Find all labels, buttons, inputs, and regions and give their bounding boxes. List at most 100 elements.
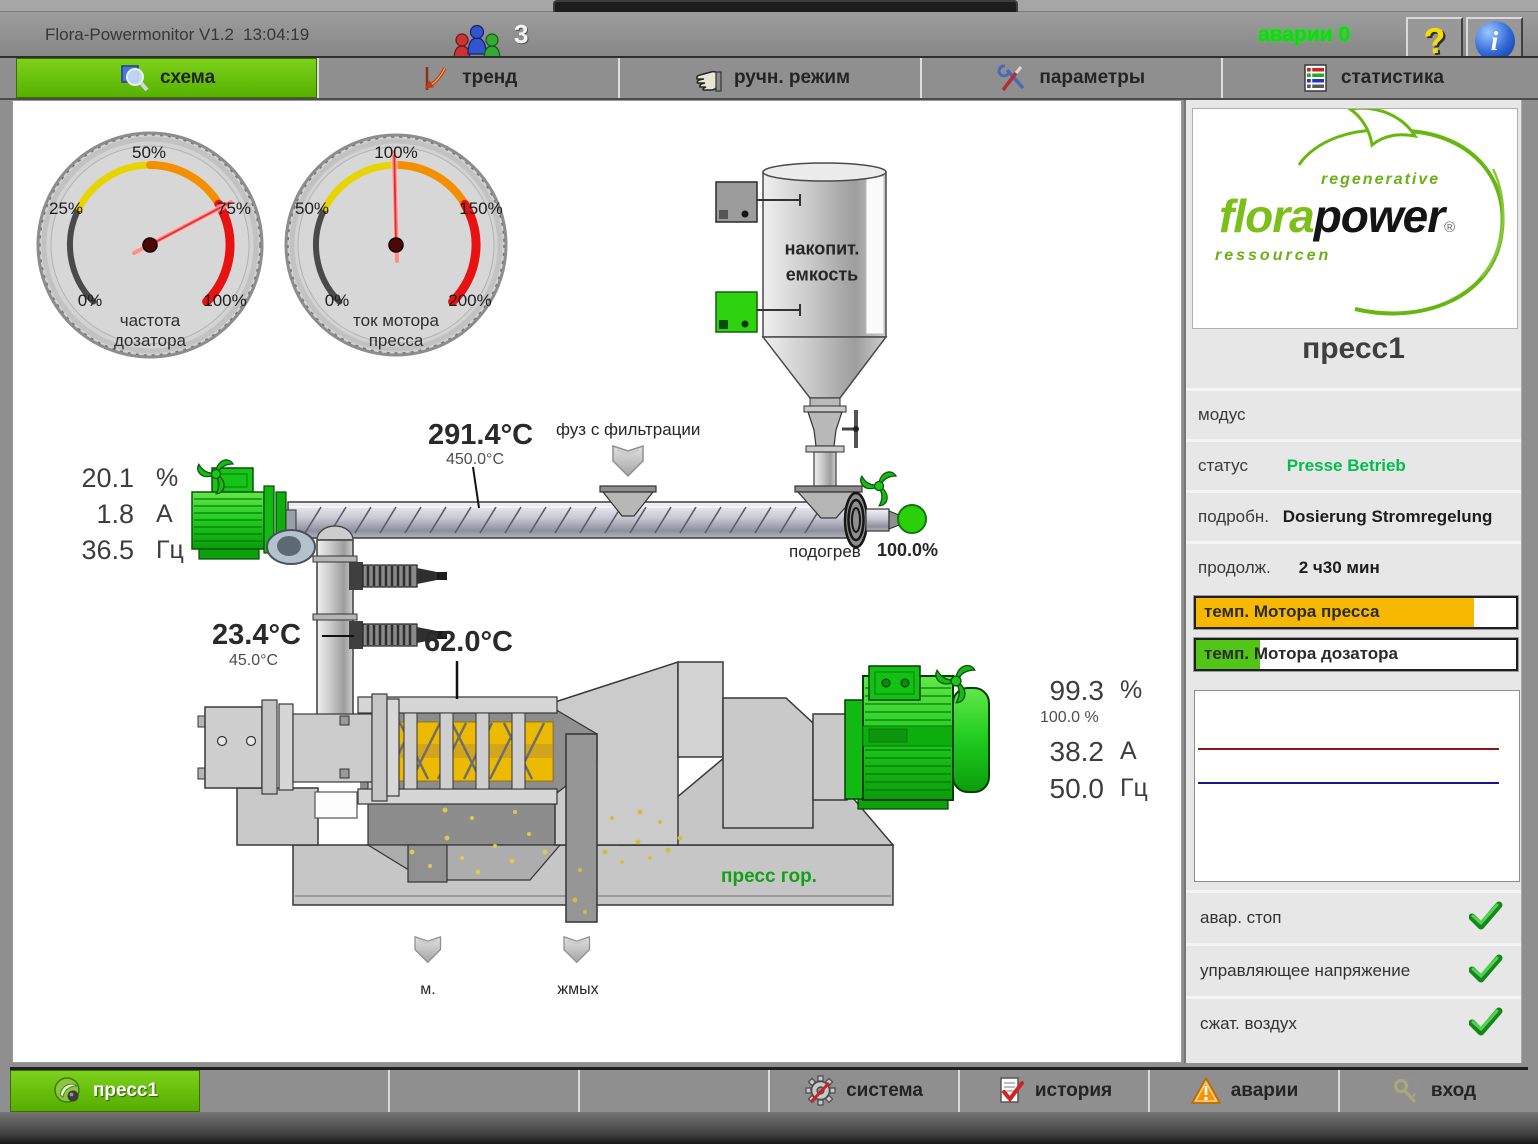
bottom-bar: пресс1 система	[10, 1067, 1528, 1112]
hopper-label-1: накопит.	[785, 239, 860, 260]
conveyor-temp-actual: 291.4°C	[428, 419, 533, 452]
bottom-label: история	[1035, 1080, 1112, 1102]
dosing-frequency-unit: Гц	[156, 536, 184, 565]
keys-icon	[1392, 1076, 1422, 1106]
check-icon	[1469, 954, 1503, 984]
tab-parameters[interactable]: параметры	[920, 58, 1221, 98]
inlet-temp-actual: 23.4°C	[212, 619, 301, 652]
bottom-label: система	[846, 1080, 923, 1102]
press-frequency-unit: Гц	[1120, 774, 1148, 803]
dosing-current-value: 1.8	[48, 499, 134, 530]
filtration-feed-label: фуз с фильтрации	[556, 420, 700, 440]
tab-label: статистика	[1341, 67, 1444, 89]
outlet-left-label: м.	[420, 981, 435, 999]
tab-label: ручн. режим	[734, 67, 850, 89]
hopper-label-2: емкость	[786, 265, 859, 286]
info-row-modus: модус	[1186, 388, 1521, 438]
tab-bar: схема тренд ручн. режим	[0, 56, 1538, 100]
background-window-edge	[553, 0, 1018, 12]
info-row-duration: продолж. 2 ч30 мин	[1186, 541, 1521, 591]
dosing-current-unit: A	[156, 500, 173, 529]
g1-tick-50: 50%	[132, 143, 166, 163]
bottom-label: пресс1	[93, 1080, 158, 1102]
history-doc-icon	[996, 1076, 1026, 1106]
warning-icon	[1190, 1076, 1222, 1106]
logo-box: regenerative florapower® ressourcen	[1192, 108, 1518, 329]
press-speed-setpoint: 100.0 %	[1040, 709, 1099, 727]
g2-tick-150: 150%	[459, 199, 502, 219]
g2-tick-50: 50%	[295, 199, 329, 219]
g1-tick-0: 0%	[78, 291, 103, 311]
screen-bottom-strip	[0, 1112, 1538, 1144]
bottom-label: аварии	[1231, 1080, 1299, 1102]
dosing-frequency-value: 36.5	[48, 535, 134, 566]
status-compressed-air: сжат. воздух	[1186, 996, 1521, 1046]
g2-tick-200: 200%	[448, 291, 491, 311]
status-emergency-stop: авар. стоп	[1186, 890, 1521, 940]
alarm-counter: аварии 0	[1258, 23, 1350, 47]
g2-tick-100: 100%	[374, 143, 417, 163]
dosing-motor-temp-bar: темп. Мотора дозатора	[1194, 638, 1518, 671]
leaf-icon	[52, 1075, 84, 1107]
statistics-icon	[1301, 63, 1331, 93]
check-icon	[1469, 901, 1503, 931]
heating-value: 100.0%	[877, 540, 938, 561]
check-icon	[1469, 1007, 1503, 1037]
outlet-right-label: жмых	[557, 981, 598, 999]
bottom-button-history[interactable]: история	[960, 1070, 1150, 1112]
tab-statistics[interactable]: статистика	[1221, 58, 1522, 98]
g2-caption-2: пресса	[369, 331, 424, 351]
bottom-button-system[interactable]: система	[770, 1070, 960, 1112]
g2-caption-1: ток мотора	[353, 311, 439, 331]
tools-icon	[997, 62, 1029, 94]
side-panel: regenerative florapower® ressourcen прес…	[1184, 100, 1522, 1063]
bottom-button-empty-2[interactable]	[390, 1070, 580, 1112]
hmi-screen: Flora-Powermonitor V1.2 13:04:19 3 авари…	[0, 0, 1538, 1144]
bottom-button-login[interactable]: вход	[1340, 1070, 1528, 1112]
press-speed-value: 99.3	[1018, 675, 1104, 707]
inlet-temp-setpoint: 45.0°C	[229, 652, 278, 670]
press-speed-unit: %	[1120, 676, 1142, 705]
tab-schema[interactable]: схема	[16, 58, 317, 98]
mini-trend-chart	[1194, 690, 1520, 882]
g1-tick-75: 75%	[217, 199, 251, 219]
gear-icon	[805, 1075, 837, 1107]
trend-line-red	[1198, 748, 1499, 750]
status-control-voltage: управляющее напряжение	[1186, 943, 1521, 993]
g1-caption-2: дозатора	[114, 331, 186, 351]
tab-trend[interactable]: тренд	[317, 58, 618, 98]
logo-tagline-top: regenerative	[1321, 171, 1440, 189]
schema-icon	[118, 63, 150, 93]
dosing-speed-value: 20.1	[48, 463, 134, 494]
hand-icon	[690, 63, 724, 93]
tab-manual-mode[interactable]: ручн. режим	[618, 58, 919, 98]
press-frequency-value: 50.0	[1018, 773, 1104, 805]
g2-tick-0: 0%	[325, 291, 350, 311]
tab-label: параметры	[1039, 67, 1145, 89]
trend-icon	[420, 63, 452, 93]
conveyor-temp-setpoint: 450.0°C	[446, 451, 504, 469]
heating-label: подогрев	[789, 542, 861, 562]
info-row-details: подробн. Dosierung Stromregelung	[1186, 490, 1521, 540]
press-motor-temp-bar: темп. Мотора пресса	[1194, 596, 1518, 629]
info-row-status: статус Presse Betrieb	[1186, 439, 1521, 489]
clock: 13:04:19	[243, 25, 309, 45]
bottom-button-press1[interactable]: пресс1	[10, 1070, 200, 1112]
info-icon: i	[1475, 21, 1515, 61]
g1-caption-1: частота	[120, 311, 181, 331]
desktop-strip	[0, 0, 1538, 12]
press-current-unit: A	[1120, 737, 1137, 766]
bottom-button-empty-3[interactable]	[580, 1070, 770, 1112]
trend-line-blue	[1198, 782, 1499, 784]
dosing-speed-unit: %	[156, 464, 178, 493]
user-count: 3	[514, 19, 528, 50]
g1-tick-100: 100%	[203, 291, 246, 311]
bottom-button-empty-1[interactable]	[200, 1070, 390, 1112]
logo-wordmark: florapower®	[1219, 189, 1454, 243]
bottom-label: вход	[1431, 1080, 1476, 1102]
app-title: Flora-Powermonitor V1.2	[45, 25, 234, 45]
bottom-button-alarms[interactable]: аварии	[1150, 1070, 1340, 1112]
press-temp-actual: 62.0°C	[424, 626, 513, 659]
title-bar: Flora-Powermonitor V1.2 13:04:19 3 авари…	[0, 12, 1538, 56]
press-title: пресс1	[1186, 332, 1521, 366]
